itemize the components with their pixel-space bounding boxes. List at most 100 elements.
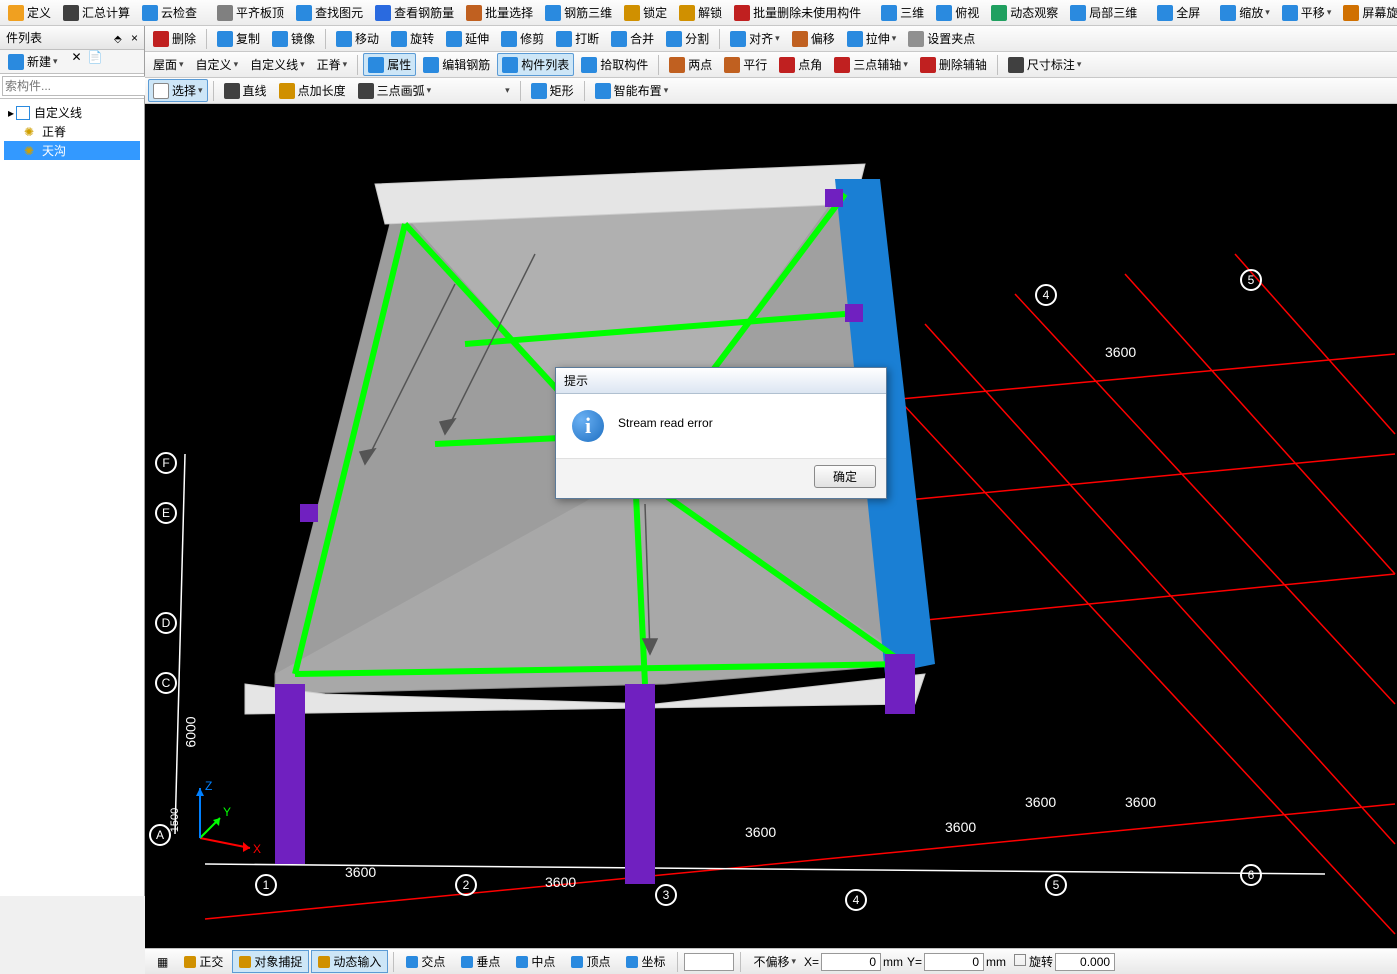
dd-屋面[interactable]: 屋面▾: [148, 53, 189, 76]
tb3-三点辅轴[interactable]: 三点辅轴▾: [829, 53, 913, 76]
snap-坐标[interactable]: 坐标: [619, 950, 672, 973]
rotate-input[interactable]: [1055, 953, 1115, 971]
tb1-局部三维[interactable]: 局部三维: [1065, 1, 1142, 24]
tb2-设置夹点[interactable]: 设置夹点: [903, 27, 980, 50]
icon: [142, 5, 158, 21]
grid-label-5t: 5: [1240, 269, 1262, 291]
tree-正脊[interactable]: ✺正脊: [4, 122, 140, 141]
tb1-查看钢筋量[interactable]: 查看钢筋量: [370, 1, 459, 24]
rotate-checkbox[interactable]: [1014, 954, 1026, 966]
close-icon[interactable]: ×: [131, 31, 138, 45]
tb1-全屏[interactable]: 全屏: [1152, 1, 1205, 24]
tb1-三维[interactable]: 三维: [876, 1, 929, 24]
tb3-两点[interactable]: 两点: [664, 53, 717, 76]
tb1-动态观察[interactable]: 动态观察: [986, 1, 1063, 24]
tb2-对齐[interactable]: 对齐▾: [725, 27, 785, 50]
icon: [779, 57, 795, 73]
snap-交点[interactable]: 交点: [399, 950, 452, 973]
tb1-锁定[interactable]: 锁定: [619, 1, 672, 24]
status-对象捕捉[interactable]: 对象捕捉: [232, 950, 309, 973]
tb3-删除辅轴[interactable]: 删除辅轴: [915, 53, 992, 76]
tb1-平齐板顶[interactable]: 平齐板顶: [212, 1, 289, 24]
search-input[interactable]: [2, 76, 163, 96]
icon: [8, 5, 24, 21]
tb4-点加长度[interactable]: 点加长度: [274, 79, 351, 102]
tb1-云检查[interactable]: 云检查: [137, 1, 202, 24]
x-label: X=: [804, 955, 819, 969]
grid-icon[interactable]: ▦: [150, 952, 175, 972]
grid-label-a: A: [149, 824, 171, 846]
tb4-智能布置[interactable]: 智能布置▾: [590, 79, 674, 102]
component-toolbar: 屋面▾自定义▾自定义线▾正脊▾ 属性编辑钢筋构件列表拾取构件两点平行点角三点辅轴▾…: [145, 52, 1397, 78]
tb3-拾取构件[interactable]: 拾取构件: [576, 53, 653, 76]
tb1-解锁[interactable]: 解锁: [674, 1, 727, 24]
new-icon: [8, 54, 24, 70]
dd-自定义线[interactable]: 自定义线▾: [245, 53, 310, 76]
tb3-编辑钢筋[interactable]: 编辑钢筋: [418, 53, 495, 76]
tb1-屏幕旋转[interactable]: 屏幕旋转▾: [1338, 1, 1397, 24]
tb1-钢筋三维[interactable]: 钢筋三维: [540, 1, 617, 24]
tb1-汇总计算[interactable]: 汇总计算: [58, 1, 135, 24]
snap-垂点[interactable]: 垂点: [454, 950, 507, 973]
icon: [217, 31, 233, 47]
ok-button[interactable]: 确定: [814, 465, 876, 488]
tb1-批量删除未使用构件[interactable]: 批量删除未使用构件: [729, 1, 866, 24]
x-input[interactable]: [821, 953, 881, 971]
snap-顶点[interactable]: 顶点: [564, 950, 617, 973]
tree-自定义线[interactable]: ▸自定义线: [4, 103, 140, 122]
tb2-合并[interactable]: 合并: [606, 27, 659, 50]
offset-dropdown[interactable]: 不偏移▾: [746, 950, 803, 973]
tb1-定义[interactable]: 定义: [3, 1, 56, 24]
y-input[interactable]: [924, 953, 984, 971]
tb1-缩放[interactable]: 缩放▾: [1215, 1, 1275, 24]
dialog-footer: 确定: [556, 458, 886, 498]
icon: [296, 5, 312, 21]
icon: [920, 57, 936, 73]
tb2-移动[interactable]: 移动: [331, 27, 384, 50]
tb1-俯视[interactable]: 俯视: [931, 1, 984, 24]
icon: [545, 5, 561, 21]
pin-icon[interactable]: ⬘: [114, 34, 122, 45]
tb1-批量选择[interactable]: 批量选择: [461, 1, 538, 24]
tb3-平行[interactable]: 平行: [719, 53, 772, 76]
tb3-属性[interactable]: 属性: [363, 53, 416, 76]
status-正交[interactable]: 正交: [177, 950, 230, 973]
tb2-拉伸[interactable]: 拉伸▾: [842, 27, 902, 50]
icon: [730, 31, 746, 47]
3d-viewport[interactable]: F E D C A 1 2 3 4 5 6 4 5 3600 3600 3600…: [145, 104, 1397, 948]
empty-input[interactable]: [684, 953, 734, 971]
tb3-构件列表[interactable]: 构件列表: [497, 53, 574, 76]
tb2-复制[interactable]: 复制: [212, 27, 265, 50]
message-dialog: 提示 i Stream read error 确定: [555, 367, 887, 499]
dd-正脊[interactable]: 正脊▾: [312, 53, 353, 76]
tb2-延伸[interactable]: 延伸: [441, 27, 494, 50]
tb2-偏移[interactable]: 偏移: [787, 27, 840, 50]
tb2-镜像[interactable]: 镜像: [267, 27, 320, 50]
tree-天沟[interactable]: ✺天沟: [4, 141, 140, 160]
dd-自定义[interactable]: 自定义▾: [191, 53, 244, 76]
copy-icon[interactable]: 📄: [88, 50, 103, 73]
new-button[interactable]: 新建 ▾: [0, 50, 66, 73]
icon: [847, 31, 863, 47]
tb3-点角[interactable]: 点角: [774, 53, 827, 76]
select-button[interactable]: 选择▾: [148, 79, 208, 102]
tb4-矩形[interactable]: 矩形: [526, 79, 579, 102]
tb1-查找图元[interactable]: 查找图元: [291, 1, 368, 24]
tb2-打断[interactable]: 打断: [551, 27, 604, 50]
tb4-三点画弧[interactable]: 三点画弧▾: [353, 79, 437, 102]
tb2-分割[interactable]: 分割: [661, 27, 714, 50]
tb4-直线[interactable]: 直线: [219, 79, 272, 102]
grid-label-3: 3: [655, 884, 677, 906]
empty-dropdown[interactable]: ▾: [438, 82, 515, 99]
grid-label-d: D: [155, 612, 177, 634]
tb2-旋转[interactable]: 旋转: [386, 27, 439, 50]
delete-icon[interactable]: ✕: [72, 50, 82, 73]
tb2-删除[interactable]: 删除: [148, 27, 201, 50]
status-动态输入[interactable]: 动态输入: [311, 950, 388, 973]
tb3-尺寸标注[interactable]: 尺寸标注▾: [1003, 53, 1087, 76]
snap-中点[interactable]: 中点: [509, 950, 562, 973]
tb1-平移[interactable]: 平移▾: [1277, 1, 1337, 24]
cursor-icon: [153, 83, 169, 99]
dialog-title[interactable]: 提示: [556, 368, 886, 394]
tb2-修剪[interactable]: 修剪: [496, 27, 549, 50]
